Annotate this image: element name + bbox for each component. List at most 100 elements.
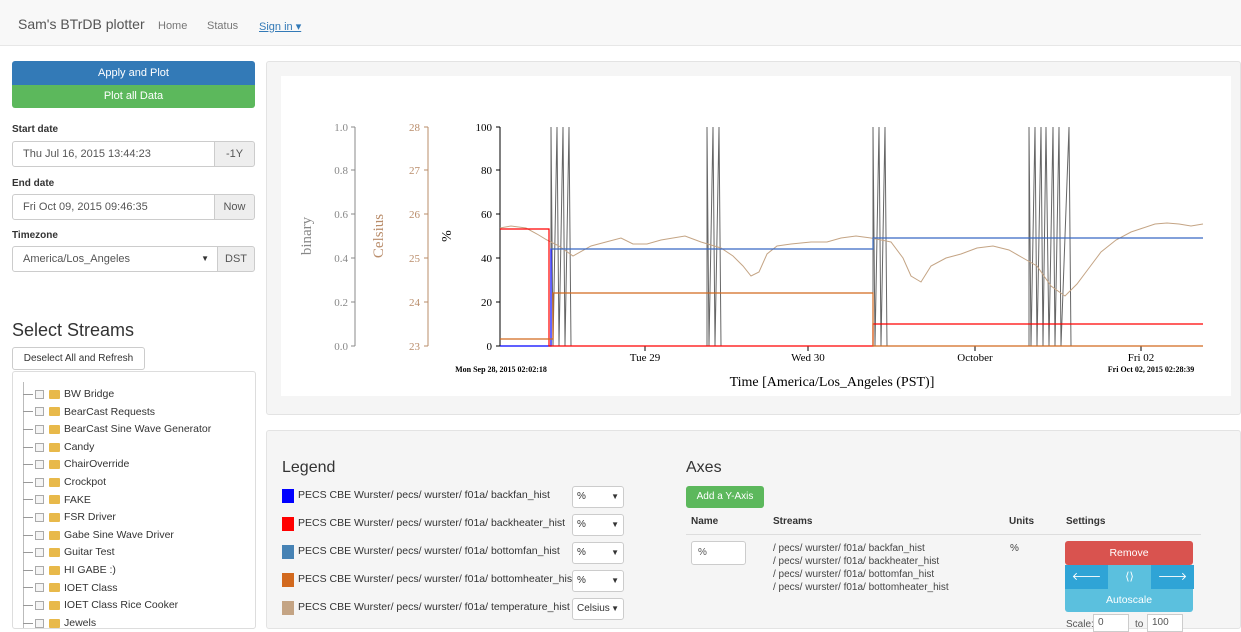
series-gray-spikes — [550, 126, 1072, 347]
stream-tree-item[interactable]: IOET Class Rice Cooker — [23, 597, 178, 614]
unit-select[interactable]: % ▼ — [572, 486, 624, 508]
checkbox[interactable] — [35, 495, 44, 505]
apply-and-plot-button[interactable]: Apply and Plot — [12, 61, 255, 85]
move-left-button[interactable]: 🡐 — [1065, 565, 1108, 589]
dst-button[interactable]: DST — [217, 246, 255, 272]
celsius-tick: 27 — [409, 165, 421, 177]
unit-select[interactable]: % ▼ — [572, 570, 624, 592]
tree-connector — [23, 534, 33, 536]
celsius-tick: 28 — [409, 122, 421, 134]
stream-tree-item[interactable]: IOET Class — [23, 580, 117, 597]
checkbox[interactable] — [35, 512, 44, 522]
checkbox[interactable] — [35, 618, 44, 628]
binary-tick: 0.0 — [334, 341, 348, 353]
unit-select[interactable]: % ▼ — [572, 542, 624, 564]
checkbox[interactable] — [35, 530, 44, 540]
scale-label: Scale: — [1066, 619, 1094, 630]
folder-icon — [49, 389, 60, 399]
brand-title[interactable]: Sam's BTrDB plotter — [18, 16, 145, 32]
legend-row: PECS CBE Wurster/ pecs/ wurster/ f01a/ b… — [282, 514, 627, 538]
nav-home-link[interactable]: Home — [158, 20, 187, 32]
stream-tree-label: Jewels — [64, 616, 97, 629]
now-button[interactable]: Now — [214, 194, 255, 220]
stream-tree-item[interactable]: FAKE — [23, 492, 91, 509]
start-timestamp: Mon Sep 28, 2015 02:02:18 — [455, 365, 547, 374]
checkbox[interactable] — [35, 442, 44, 452]
color-swatch[interactable] — [282, 489, 294, 503]
nav-signin-dropdown[interactable]: Sign in ▾ — [259, 20, 301, 33]
plot-area[interactable]: 1.0 0.8 0.6 0.4 0.2 0.0 binary 28 27 26 … — [281, 76, 1231, 396]
autoscale-button[interactable]: Autoscale — [1065, 589, 1193, 612]
end-date-input[interactable]: Fri Oct 09, 2015 09:46:35 — [12, 194, 215, 220]
stream-tree-label: Guitar Test — [64, 546, 115, 559]
plot-all-data-button[interactable]: Plot all Data — [12, 85, 255, 108]
stream-tree-item[interactable]: HI GABE :) — [23, 562, 116, 579]
remove-axis-button[interactable]: Remove — [1065, 541, 1193, 565]
deselect-all-button[interactable]: Deselect All and Refresh — [12, 347, 145, 370]
checkbox[interactable] — [35, 407, 44, 417]
unit-select-value: % — [577, 575, 586, 586]
stream-tree-item[interactable]: Guitar Test — [23, 544, 115, 561]
checkbox[interactable] — [35, 424, 44, 434]
checkbox[interactable] — [35, 548, 44, 558]
minus-one-year-button[interactable]: -1Y — [214, 141, 255, 167]
center-button[interactable]: ⟨⟩ — [1108, 565, 1151, 589]
move-right-button[interactable]: 🡒 — [1151, 565, 1194, 589]
color-swatch[interactable] — [282, 545, 294, 559]
code-icon: ⟨⟩ — [1125, 571, 1134, 583]
stream-tree-item[interactable]: ChairOverride — [23, 456, 129, 473]
stream-tree-item[interactable]: Gabe Sine Wave Driver — [23, 527, 174, 544]
unit-select[interactable]: Celsius ▼ — [572, 598, 624, 620]
axes-divider — [686, 534, 1201, 535]
unit-select-value: % — [577, 519, 586, 530]
start-date-label: Start date — [12, 124, 59, 135]
stream-tree-label: BearCast Requests — [64, 405, 156, 418]
tree-connector — [23, 552, 33, 554]
stream-tree-label: ChairOverride — [64, 458, 130, 471]
checkbox[interactable] — [35, 460, 44, 470]
stream-tree-label: IOET Class Rice Cooker — [64, 599, 179, 612]
stream-tree-item[interactable]: FSR Driver — [23, 509, 116, 526]
checkbox[interactable] — [35, 477, 44, 487]
binary-tick: 0.4 — [334, 253, 348, 265]
stream-tree-item[interactable]: Candy — [23, 439, 94, 456]
timezone-label: Timezone — [12, 230, 58, 241]
celsius-tick: 26 — [409, 209, 421, 221]
stream-tree[interactable]: BW Bridge BearCast Requests BearCast Sine … — [12, 371, 256, 629]
axis-units: % — [1010, 543, 1019, 554]
select-streams-heading: Select Streams — [12, 320, 135, 340]
timezone-select[interactable]: America/Los_Angeles ▼ — [12, 246, 218, 272]
checkbox[interactable] — [35, 565, 44, 575]
caret-down-icon: ▼ — [611, 520, 619, 529]
unit-select[interactable]: % ▼ — [572, 514, 624, 536]
legend-stream-name: PECS CBE Wurster/ pecs/ wurster/ f01a/ b… — [298, 517, 566, 529]
x-tick: Tue 29 — [630, 352, 661, 364]
legend-stream-name: PECS CBE Wurster/ pecs/ wurster/ f01a/ b… — [298, 545, 560, 557]
stream-tree-item[interactable]: BearCast Requests — [23, 404, 155, 421]
add-y-axis-button[interactable]: Add a Y-Axis — [686, 486, 764, 508]
checkbox[interactable] — [35, 583, 44, 593]
folder-icon — [49, 548, 60, 558]
scale-from-input[interactable]: 0 — [1093, 614, 1129, 632]
scale-to-input[interactable]: 100 — [1147, 614, 1183, 632]
celsius-tick: 25 — [409, 253, 421, 265]
folder-icon — [49, 600, 60, 610]
start-date-input[interactable]: Thu Jul 16, 2015 13:44:23 — [12, 141, 215, 167]
binary-axis: 1.0 0.8 0.6 0.4 0.2 0.0 binary — [299, 122, 356, 353]
stream-tree-item[interactable]: Crockpot — [23, 474, 106, 491]
stream-tree-item[interactable]: BearCast Sine Wave Generator — [23, 421, 211, 438]
color-swatch[interactable] — [282, 601, 294, 615]
nav-status-link[interactable]: Status — [207, 20, 238, 32]
stream-tree-label: BW Bridge — [64, 388, 115, 400]
stream-tree-item[interactable]: Jewels — [23, 615, 97, 629]
checkbox[interactable] — [35, 600, 44, 610]
checkbox[interactable] — [35, 389, 44, 399]
plot-svg[interactable]: 1.0 0.8 0.6 0.4 0.2 0.0 binary 28 27 26 … — [281, 76, 1231, 396]
color-swatch[interactable] — [282, 573, 294, 587]
stream-tree-item[interactable]: BW Bridge — [23, 386, 114, 403]
arrow-right-icon: 🡒 — [1157, 571, 1188, 583]
color-swatch[interactable] — [282, 517, 294, 531]
caret-down-icon: ▼ — [611, 604, 619, 613]
tree-connector — [23, 516, 33, 518]
axis-name-input[interactable]: % — [691, 541, 746, 565]
